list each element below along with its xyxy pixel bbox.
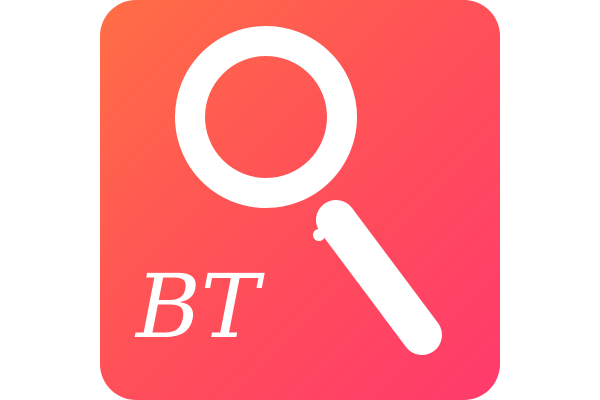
bt-search-app-icon[interactable]: BT	[100, 0, 500, 400]
screen: BT	[0, 0, 600, 400]
magnifier-lens	[175, 26, 357, 208]
bt-label: BT	[134, 255, 266, 358]
magnifier-handle	[316, 200, 442, 355]
handle-notch	[313, 229, 325, 241]
magnifier-search-icon: BT	[134, 26, 442, 358]
